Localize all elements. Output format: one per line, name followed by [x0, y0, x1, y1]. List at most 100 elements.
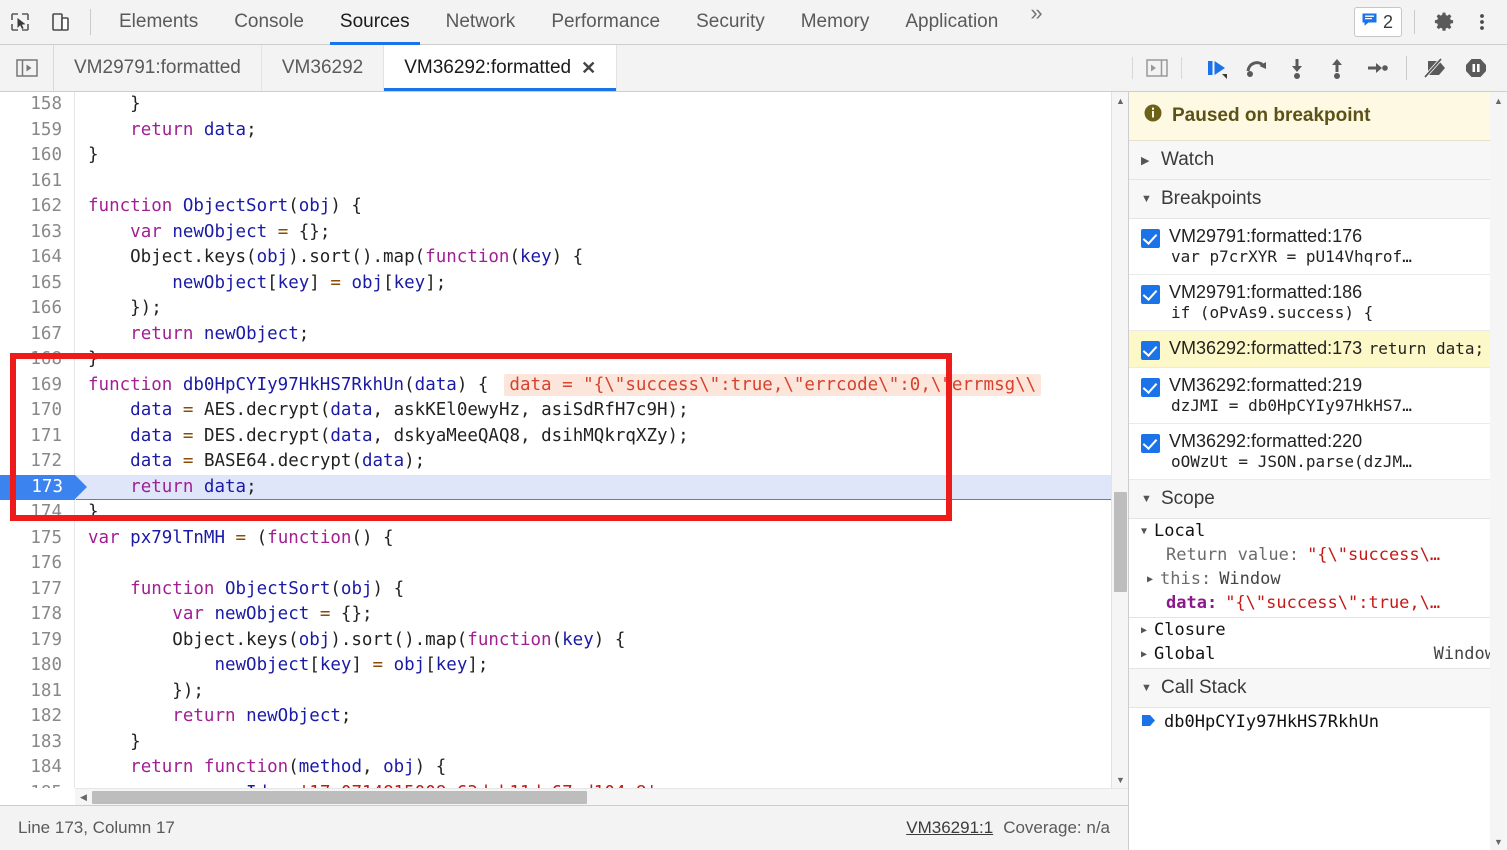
step-over-icon[interactable]: [1238, 49, 1276, 87]
breakpoint-checkbox[interactable]: [1141, 229, 1160, 248]
scroll-down-arrow-icon[interactable]: ▼: [1490, 833, 1507, 850]
breakpoint-checkbox[interactable]: [1141, 285, 1160, 304]
scope-row-return-value[interactable]: Return value: "{\"success\…: [1129, 543, 1507, 567]
line-number[interactable]: 180: [0, 653, 75, 679]
line-number[interactable]: 159: [0, 117, 75, 143]
code-line[interactable]: 180 newObject[key] = obj[key];: [0, 653, 1111, 679]
scope-row-data[interactable]: data: "{\"success\":true,\…: [1129, 591, 1507, 618]
code-line[interactable]: 176: [0, 551, 1111, 577]
code-line[interactable]: 185 var appId = '17c0714815008c63dab11de…: [0, 780, 1111, 788]
code-line[interactable]: 184 return function(method, obj) {: [0, 755, 1111, 781]
scroll-up-arrow-icon[interactable]: ▲: [1112, 92, 1128, 109]
line-number[interactable]: 176: [0, 551, 75, 577]
line-number[interactable]: 161: [0, 168, 75, 194]
show-debugger-sidebar-icon[interactable]: [1132, 57, 1182, 79]
code-line[interactable]: 166 });: [0, 296, 1111, 322]
execution-line[interactable]: 173 return data;: [0, 474, 1111, 500]
editor-horizontal-scrollbar-thumb[interactable]: [92, 791, 587, 804]
show-navigator-icon[interactable]: [0, 45, 54, 91]
scope-group-global[interactable]: ▶ Global Window: [1129, 642, 1507, 669]
tab-sources[interactable]: Sources: [322, 0, 428, 45]
editor-vertical-scrollbar[interactable]: ▲ ▼: [1111, 92, 1128, 788]
editor-horizontal-scrollbar[interactable]: ◀: [75, 788, 1128, 805]
line-number[interactable]: 172: [0, 449, 75, 475]
code-line[interactable]: 165 newObject[key] = obj[key];: [0, 270, 1111, 296]
close-icon[interactable]: ✕: [581, 59, 596, 77]
line-number[interactable]: 181: [0, 678, 75, 704]
breakpoint-item-active[interactable]: VM36292:formatted:173 return data;: [1129, 331, 1507, 368]
line-number[interactable]: 166: [0, 296, 75, 322]
device-toolbar-icon[interactable]: [40, 2, 80, 42]
code-line[interactable]: 172 data = BASE64.decrypt(data);: [0, 449, 1111, 475]
tab-elements[interactable]: Elements: [101, 0, 216, 45]
line-number[interactable]: 164: [0, 245, 75, 271]
breakpoint-item[interactable]: VM29791:formatted:176 var p7crXYR = pU14…: [1129, 219, 1507, 275]
scope-group-closure[interactable]: ▶ Closure: [1129, 618, 1507, 642]
console-message-badge[interactable]: 2: [1353, 7, 1402, 37]
section-breakpoints[interactable]: ▼ Breakpoints: [1129, 180, 1507, 219]
kebab-menu-icon[interactable]: [1465, 5, 1499, 39]
code-line[interactable]: 171 data = DES.decrypt(data, dskyaMeeQAQ…: [0, 423, 1111, 449]
breakpoint-item[interactable]: VM29791:formatted:186 if (oPvAs9.success…: [1129, 275, 1507, 331]
breakpoint-checkbox[interactable]: [1141, 434, 1160, 453]
breakpoint-item[interactable]: VM36292:formatted:220 oOWzUt = JSON.pars…: [1129, 424, 1507, 480]
pause-on-exceptions-icon[interactable]: [1457, 49, 1495, 87]
code-line[interactable]: 161: [0, 168, 1111, 194]
line-number[interactable]: 170: [0, 398, 75, 424]
resume-icon[interactable]: [1198, 49, 1236, 87]
line-number[interactable]: 177: [0, 576, 75, 602]
file-tab-vm36292[interactable]: VM36292: [262, 45, 385, 91]
code-line[interactable]: 167 return newObject;: [0, 321, 1111, 347]
line-number[interactable]: 160: [0, 143, 75, 169]
line-number[interactable]: 184: [0, 755, 75, 781]
code-line[interactable]: 179 Object.keys(obj).sort().map(function…: [0, 627, 1111, 653]
code-line[interactable]: 158 }: [0, 92, 1111, 118]
code-line[interactable]: 182 return newObject;: [0, 704, 1111, 730]
code-line[interactable]: 177 function ObjectSort(obj) {: [0, 576, 1111, 602]
tab-network[interactable]: Network: [428, 0, 534, 45]
sidebar-vertical-scrollbar[interactable]: ▲ ▼: [1490, 92, 1507, 850]
scroll-left-arrow-icon[interactable]: ◀: [75, 789, 92, 806]
code-line[interactable]: 169 function db0HpCYIy97HkHS7RkhUn(data)…: [0, 372, 1111, 398]
code-line[interactable]: 164 Object.keys(obj).sort().map(function…: [0, 245, 1111, 271]
code-line[interactable]: 178 var newObject = {};: [0, 602, 1111, 628]
scroll-down-arrow-icon[interactable]: ▼: [1112, 771, 1128, 788]
line-number[interactable]: 175: [0, 525, 75, 551]
line-number[interactable]: 183: [0, 729, 75, 755]
line-number[interactable]: 174: [0, 500, 75, 526]
line-number[interactable]: 185: [0, 780, 75, 788]
line-number[interactable]: 167: [0, 321, 75, 347]
tab-memory[interactable]: Memory: [783, 0, 888, 45]
line-number[interactable]: 179: [0, 627, 75, 653]
tab-performance[interactable]: Performance: [533, 0, 678, 45]
more-tabs-icon[interactable]: »: [1016, 0, 1056, 45]
breakpoint-checkbox[interactable]: [1141, 341, 1160, 360]
deactivate-breakpoints-icon[interactable]: [1417, 49, 1455, 87]
step-out-icon[interactable]: [1318, 49, 1356, 87]
gear-icon[interactable]: [1427, 5, 1461, 39]
step-icon[interactable]: [1358, 49, 1396, 87]
code-line[interactable]: 175 var px79lTnMH = (function() {: [0, 525, 1111, 551]
code-line[interactable]: 160 }: [0, 143, 1111, 169]
source-file-link[interactable]: VM36291:1: [906, 818, 993, 838]
section-call-stack[interactable]: ▼ Call Stack: [1129, 669, 1507, 708]
breakpoint-item[interactable]: VM36292:formatted:219 dzJMI = db0HpCYIy9…: [1129, 368, 1507, 424]
inspect-cursor-icon[interactable]: [0, 2, 40, 42]
section-scope[interactable]: ▼ Scope: [1129, 480, 1507, 519]
line-number[interactable]: 163: [0, 219, 75, 245]
line-number[interactable]: 158: [0, 92, 75, 118]
line-number[interactable]: 182: [0, 704, 75, 730]
file-tab-vm36292-formatted[interactable]: VM36292:formatted ✕: [384, 45, 618, 91]
code-line[interactable]: 170 data = AES.decrypt(data, askKEl0ewyH…: [0, 398, 1111, 424]
code-line[interactable]: 162 function ObjectSort(obj) {: [0, 194, 1111, 220]
step-into-icon[interactable]: [1278, 49, 1316, 87]
line-number[interactable]: 165: [0, 270, 75, 296]
line-number[interactable]: 162: [0, 194, 75, 220]
scope-group-local[interactable]: ▼ Local: [1129, 519, 1507, 543]
file-tab-vm29791-formatted[interactable]: VM29791:formatted: [54, 45, 262, 91]
code-content[interactable]: 158 } 159 return data; 160 } 161 162 fun…: [0, 92, 1111, 788]
code-line[interactable]: 174 }: [0, 500, 1111, 526]
code-line[interactable]: 183 }: [0, 729, 1111, 755]
section-watch[interactable]: ▶ Watch: [1129, 141, 1507, 180]
code-line[interactable]: 163 var newObject = {};: [0, 219, 1111, 245]
